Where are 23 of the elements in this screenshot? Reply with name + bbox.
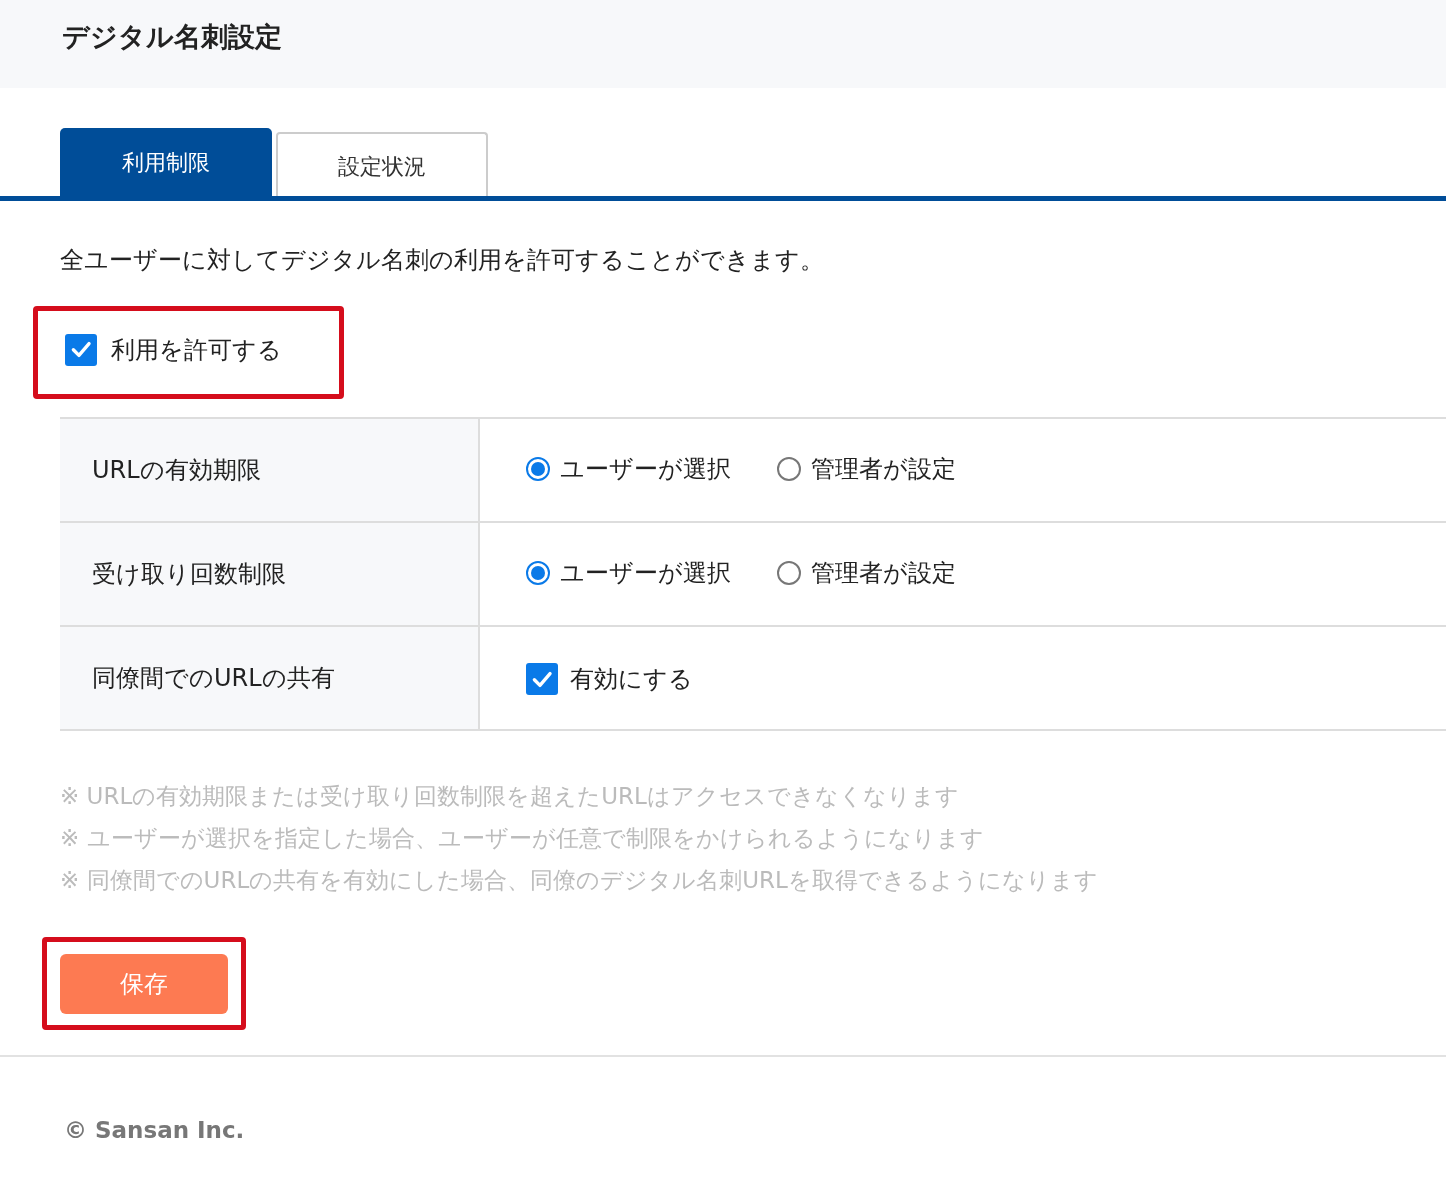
radio-button[interactable] bbox=[777, 561, 801, 585]
note-text: ※ ユーザーが選択を指定した場合、ユーザーが任意で制限をかけられるようになります bbox=[60, 824, 985, 853]
radio-label[interactable]: 管理者が設定 bbox=[811, 555, 956, 591]
radio-button[interactable] bbox=[526, 457, 550, 481]
radio-label[interactable]: 管理者が設定 bbox=[811, 451, 956, 487]
radio-label[interactable]: ユーザーが選択 bbox=[560, 555, 731, 591]
tab[interactable]: 利用制限 bbox=[60, 128, 272, 196]
setting-label: 同僚間でのURLの共有 bbox=[92, 663, 335, 694]
page-title: デジタル名刺設定 bbox=[62, 19, 282, 54]
checkbox-label[interactable]: 利用を許可する bbox=[111, 331, 282, 368]
description-text: 全ユーザーに対してデジタル名刺の利用を許可することができます。 bbox=[60, 245, 825, 275]
setting-label: 受け取り回数制限 bbox=[92, 559, 286, 590]
copyright-text: © Sansan Inc. bbox=[64, 1116, 246, 1145]
note-text: ※ URLの有効期限または受け取り回数制限を超えたURLはアクセスできなくなります bbox=[60, 782, 960, 811]
radio-button[interactable] bbox=[777, 457, 801, 481]
radio-label[interactable]: ユーザーが選択 bbox=[560, 451, 731, 487]
tab[interactable]: 設定状況 bbox=[276, 132, 488, 196]
checkbox[interactable] bbox=[65, 333, 97, 366]
note-text: ※ 同僚間でのURLの共有を有効にした場合、同僚のデジタル名刺URLを取得できるようになります bbox=[60, 866, 1099, 895]
setting-label: URLの有効期限 bbox=[92, 455, 261, 486]
radio-button[interactable] bbox=[526, 561, 550, 585]
checkbox-label[interactable]: 有効にする bbox=[570, 661, 693, 697]
checkbox[interactable] bbox=[526, 663, 558, 695]
